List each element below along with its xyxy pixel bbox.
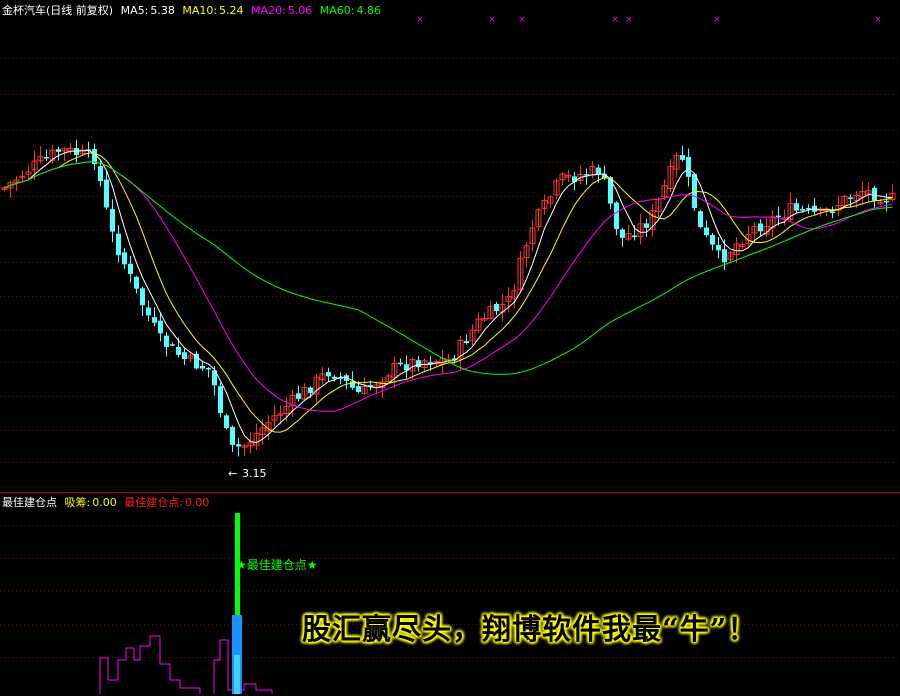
down-candle [884,200,889,203]
chart-canvas[interactable]: × × × × × × × ← 3.15 ★最佳建仓点★ [0,0,900,696]
down-candle [710,235,715,245]
down-candle [326,372,331,377]
down-candle [776,215,781,218]
accumulation-line [99,635,201,694]
x-marker: × [713,15,721,25]
x-marker: × [625,15,633,25]
down-candle [686,156,691,177]
down-candle [722,249,727,263]
down-candle [44,156,49,159]
signal-bar-core [234,655,240,694]
down-candle [308,387,313,394]
down-candle [56,149,61,152]
down-candle [494,303,499,312]
best-entry-value: 0.00 [184,496,210,509]
down-candle [614,202,619,230]
x-marker: × [488,15,496,25]
down-candle [704,227,709,236]
down-candle [800,209,805,211]
x-marker: × [518,15,526,25]
down-candle [848,197,853,199]
down-candle [140,288,145,306]
x-marker: × [416,15,424,25]
down-candle [296,393,301,399]
x-marker: × [611,15,619,25]
down-candle [110,209,115,232]
down-candle [416,360,421,368]
ma5-value: 5.38 [150,4,175,17]
down-candle [872,187,877,201]
down-candle [152,317,157,323]
low-price-label: 3.15 [242,467,267,480]
down-candle [224,415,229,429]
stock-title[interactable]: 金杯汽车(日线 前复权) [2,4,113,17]
down-candle [218,386,223,414]
accumulation-line [213,639,273,694]
down-candle [632,235,637,238]
down-candle [398,362,403,365]
down-candle [116,233,121,256]
down-candle [350,381,355,388]
down-candle [620,229,625,238]
down-candle [98,166,103,182]
price-header: 金杯汽车(日线 前复权) MA5: 5.38 MA10: 5.24 MA20: 5.0… [2,4,385,17]
down-candle [758,223,763,232]
down-candle [146,307,151,316]
down-candle [200,365,205,369]
down-candle [596,167,601,175]
down-candle [356,386,361,393]
low-price-annotation: ← 3.15 [228,467,267,480]
low-price-arrow: ← [228,467,237,480]
down-candle [182,352,187,360]
down-candle [680,155,685,160]
down-candle [464,341,469,344]
down-candle [176,346,181,355]
down-candle [830,211,835,214]
down-candle [230,426,235,445]
price-grid [0,58,900,658]
ma20-value: 5.06 [287,4,313,17]
down-candle [206,368,211,370]
down-candle [134,276,139,289]
down-candle [644,223,649,228]
ma20-label: MA20: [251,4,286,17]
ma10-line [4,152,893,433]
down-candle [104,179,109,208]
ma10-label: MA10: [182,4,218,17]
ma60-line [4,161,893,375]
indicator-name[interactable]: 最佳建仓点 [2,496,57,509]
indicator-panel [99,513,273,694]
ma10-value: 5.24 [219,4,244,17]
down-candle [128,263,133,275]
ma5-label: MA5: [120,4,149,17]
indicator-header: 最佳建仓点 吸筹: 0.00 最佳建仓点: 0.00 [2,496,213,509]
x-marker: × [874,15,882,25]
best-entry-label: 最佳建仓点: [124,496,183,509]
ma60-value: 4.86 [356,4,381,17]
down-candle [716,244,721,251]
down-candle [122,252,127,265]
down-candle [74,148,79,156]
down-candle [170,344,175,346]
down-candle [164,335,169,348]
ma60-label: MA60: [319,4,355,17]
signal-label: ★最佳建仓点★ [236,558,318,572]
down-candle [158,320,163,334]
down-candle [608,177,613,204]
down-candle [794,203,799,211]
down-candle [698,211,703,228]
down-candle [236,444,241,447]
promo-banner: 股汇赢尽头，翔博软件我最“牛”！ [302,612,758,646]
xichou-value: 0.00 [92,496,117,509]
top-markers: × × × × × × × [416,15,882,25]
xichou-label: 吸筹: [64,496,91,509]
